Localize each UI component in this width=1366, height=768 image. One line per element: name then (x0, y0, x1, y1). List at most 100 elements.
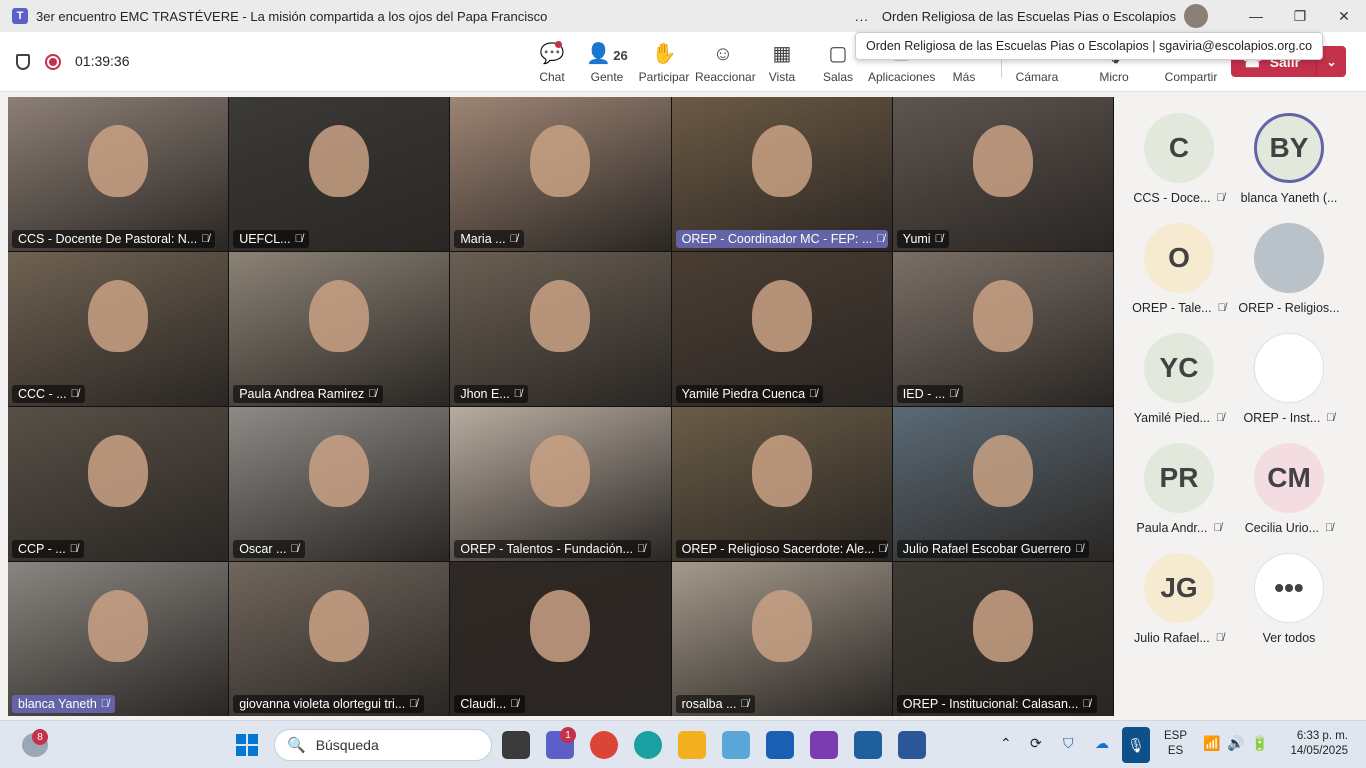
file-explorer-icon[interactable] (678, 731, 706, 759)
roster-participant[interactable]: OREP - Religios... (1234, 223, 1344, 315)
participant-name: Yumi (902, 232, 931, 246)
roster-participant[interactable]: C CCS - Doce... 🎙̸ (1124, 113, 1234, 205)
mic-off-icon: 🎙̸ (1217, 302, 1226, 314)
more-options-icon[interactable]: ... (850, 9, 874, 24)
people-icon: 👤 26 (586, 43, 628, 65)
sync-icon[interactable]: ⟳ (1030, 735, 1042, 752)
mic-off-icon: 🎙̸ (636, 543, 646, 555)
participant-video (751, 589, 812, 662)
video-tile[interactable]: OREP - Talentos - Fundación... 🎙̸ (450, 407, 671, 561)
roster-participant[interactable]: JG Julio Rafael... 🎙̸ (1124, 553, 1234, 645)
maximize-button[interactable]: ❐ (1278, 8, 1322, 25)
video-tile[interactable]: Paula Andrea Ramirez 🎙̸ (229, 252, 450, 406)
show-hidden-icons-chevron-icon[interactable]: ⌃ (1000, 735, 1012, 752)
roster-participant[interactable]: OREP - Inst... 🎙̸ (1234, 333, 1344, 425)
taskbar-clock[interactable]: 6:33 p. m. 14/05/2025 (1284, 729, 1348, 759)
roster-participant[interactable]: O OREP - Tale... 🎙̸ (1124, 223, 1234, 315)
microphone-in-use-icon[interactable]: 🎙 (1122, 727, 1150, 763)
video-tile[interactable]: IED - ... 🎙̸ (892, 252, 1113, 406)
wifi-icon[interactable]: 📶 (1203, 735, 1220, 752)
roster-name: Ver todos (1262, 631, 1316, 645)
minimize-button[interactable]: — (1234, 8, 1278, 24)
participant-name-label: rosalba ... 🎙̸ (675, 695, 755, 713)
shield-icon[interactable] (16, 54, 30, 70)
roster-name-row: OREP - Tale... 🎙̸ (1124, 301, 1234, 315)
video-tile[interactable]: Jhon E... 🎙̸ (450, 252, 671, 406)
input-language[interactable]: ESP ES (1164, 729, 1187, 759)
chrome-icon[interactable] (590, 731, 618, 759)
participant-name: rosalba ... (681, 697, 737, 711)
mic-label: Micro (1099, 70, 1129, 84)
roster-name: OREP - Tale... (1132, 301, 1212, 315)
video-tile[interactable]: OREP - Religioso Sacerdote: Ale... 🎙̸ (671, 407, 892, 561)
weather-badge: 8 (32, 729, 48, 745)
search-icon: 🔍 (287, 737, 306, 754)
window-title: 3er encuentro EMC TRASTÉVERE - La misión… (36, 8, 548, 24)
roster-name-row: blanca Yaneth (... (1234, 191, 1344, 205)
roster-participant[interactable]: YC Yamilé Pied... 🎙̸ (1124, 333, 1234, 425)
participant-name: CCS - Docente De Pastoral: N... (18, 232, 198, 246)
teams-app-icon: T (12, 8, 28, 24)
video-tile[interactable]: rosalba ... 🎙̸ (671, 562, 892, 716)
roster-participant[interactable]: BY blanca Yaneth (... (1234, 113, 1344, 205)
video-tile[interactable]: Julio Rafael Escobar Guerrero 🎙̸ (892, 407, 1113, 561)
roster-name-row: Julio Rafael... 🎙̸ (1124, 631, 1234, 645)
org-name[interactable]: Orden Religiosa de las Escuelas Pias o E… (882, 9, 1176, 24)
video-tile[interactable]: Yumi 🎙̸ (892, 97, 1113, 251)
mic-off-icon: 🎙̸ (368, 388, 377, 400)
edge-icon[interactable] (634, 731, 662, 759)
video-tile[interactable]: OREP - Coordinador MC - FEP: ... 🎙̸ (671, 97, 892, 251)
people-label: Gente (590, 70, 624, 84)
participant-video (751, 434, 812, 507)
title-bar: T 3er encuentro EMC TRASTÉVERE - La misi… (0, 0, 1366, 32)
chat-button[interactable]: 💬 Chat (524, 41, 580, 84)
raise-hand-button[interactable]: ✋ Participar (636, 42, 692, 84)
roster-name-row: OREP - Inst... 🎙̸ (1234, 411, 1344, 425)
battery-icon[interactable]: 🔋 (1251, 735, 1268, 752)
participant-video (751, 124, 812, 197)
participant-video (88, 124, 149, 197)
video-tile[interactable]: OREP - Institucional: Calasan... 🎙̸ (892, 562, 1113, 716)
video-tile[interactable]: giovanna violeta olortegui tri... 🎙̸ (229, 562, 450, 716)
video-tile[interactable]: CCS - Docente De Pastoral: N... 🎙̸ (8, 97, 229, 251)
store-icon[interactable] (766, 731, 794, 759)
video-tile[interactable]: UEFCL... 🎙̸ (229, 97, 450, 251)
word-icon[interactable] (898, 731, 926, 759)
video-grid: CCS - Docente De Pastoral: N... 🎙̸ UEFCL..… (8, 97, 1114, 716)
video-tile[interactable]: blanca Yaneth 🎙̸ (8, 562, 229, 716)
photos-icon[interactable] (722, 731, 750, 759)
video-tile[interactable]: Maria ... 🎙̸ (450, 97, 671, 251)
mic-off-icon: 🎙̸ (1074, 543, 1084, 555)
participant-video (972, 279, 1033, 352)
roster-name: OREP - Inst... (1243, 411, 1321, 425)
volume-icon[interactable]: 🔊 (1227, 735, 1244, 752)
view-button[interactable]: ▦ Vista (754, 42, 810, 84)
security-icon[interactable]: ⛉ (1063, 735, 1074, 752)
avatar: C (1144, 113, 1214, 183)
account-avatar[interactable] (1184, 4, 1208, 28)
video-tile[interactable]: Claudi... 🎙̸ (450, 562, 671, 716)
participant-name-label: Paula Andrea Ramirez 🎙̸ (233, 385, 383, 403)
task-view-icon[interactable] (502, 731, 530, 759)
roster-participant[interactable]: PR Paula Andr... 🎙̸ (1124, 443, 1234, 535)
participant-video (972, 124, 1033, 197)
clipchamp-icon[interactable] (810, 731, 838, 759)
close-window-button[interactable]: ✕ (1322, 8, 1366, 25)
mic-off-icon: 🎙̸ (809, 388, 818, 400)
onedrive-icon[interactable]: ☁ (1095, 735, 1109, 752)
prime-video-icon[interactable] (854, 731, 882, 759)
video-tile[interactable]: CCC - ... 🎙̸ (8, 252, 229, 406)
grid-view-icon: ▦ (772, 43, 792, 65)
clock-date: 14/05/2025 (1290, 745, 1348, 757)
video-tile[interactable]: Yamilé Piedra Cuenca 🎙̸ (671, 252, 892, 406)
react-button[interactable]: ☺ Reaccionar (695, 42, 756, 84)
roster-name: Julio Rafael... (1134, 631, 1210, 645)
start-button[interactable] (236, 734, 258, 756)
video-tile[interactable]: Oscar ... 🎙̸ (229, 407, 450, 561)
roster-participant[interactable]: CM Cecilia Urio... 🎙̸ (1234, 443, 1344, 535)
video-tile[interactable]: CCP - ... 🎙̸ (8, 407, 229, 561)
participant-name: Jhon E... (460, 387, 510, 401)
people-button[interactable]: 👤 26 Gente (579, 42, 635, 84)
taskbar-search[interactable]: 🔍 Búsqueda (274, 729, 492, 761)
see-all-button[interactable]: ••• Ver todos (1234, 553, 1344, 645)
